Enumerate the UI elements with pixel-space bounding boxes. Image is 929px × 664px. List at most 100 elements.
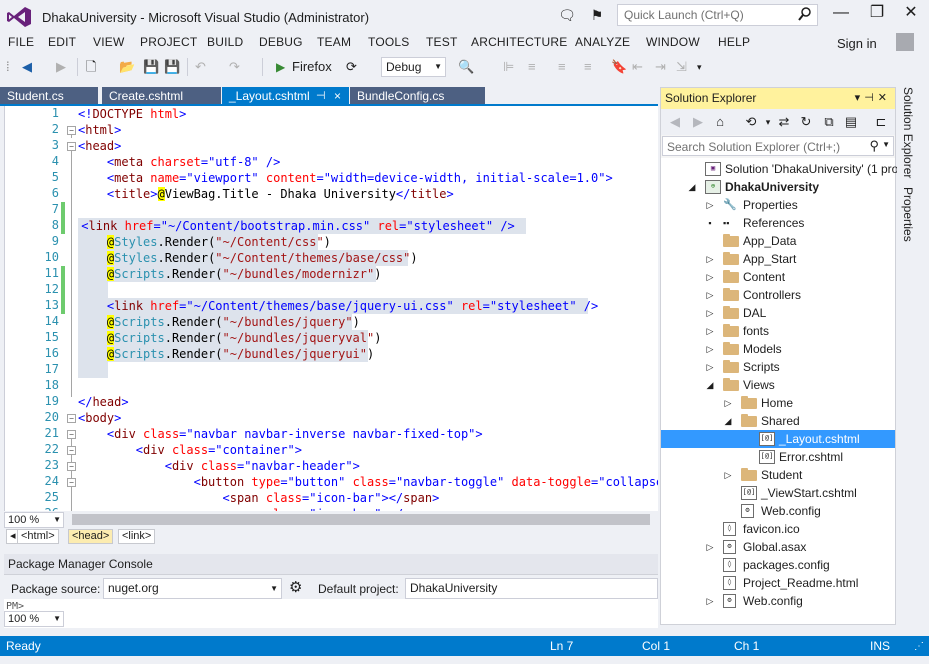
console-output[interactable] [4,599,658,628]
menu-build[interactable]: BUILD [207,35,243,49]
redo-icon[interactable]: ↷ [229,57,240,77]
refresh-icon[interactable]: ⇄ [776,114,792,130]
code-line[interactable]: <link href="~/Content/themes/base/jquery… [78,298,598,314]
code-line[interactable]: @Styles.Render("~/Content/themes/base/cs… [78,250,418,266]
chevron-down-icon[interactable]: ▾ [855,92,865,104]
collapse-region-icon[interactable]: − [67,462,76,471]
previous-bookmark-icon[interactable]: ⇤ [632,57,643,77]
notifications-flag-icon[interactable]: ⚑ [588,6,606,24]
console-zoom-select[interactable]: 100 % ▼ [4,611,64,627]
comment-out-icon[interactable]: ≡ [558,57,566,77]
undo-icon[interactable]: ↶ [195,57,206,77]
solution-configuration-select[interactable]: Debug ▼ [381,57,446,77]
code-line[interactable]: </head> [78,394,129,410]
code-line[interactable]: <div class="navbar-header"> [78,458,360,474]
tree-item[interactable]: ◊ favicon.ico [661,520,895,538]
bookmark-icon[interactable]: 🔖 [611,57,627,77]
collapse-region-icon[interactable]: − [67,478,76,487]
minimize-button[interactable]: — [826,0,856,28]
expand-arrow-icon[interactable]: ▷ [705,592,715,610]
solution-search-input[interactable]: Search Solution Explorer (Ctrl+;) ⚲ ▼ [662,136,894,156]
code-editor[interactable]: 1 2 3 4 5 6 7 8 9 10 11 12 13 14 15 16 1… [4,106,658,511]
tree-item[interactable]: ◊ packages.config [661,556,895,574]
package-source-select[interactable]: nuget.org ▼ [103,578,282,599]
tree-item[interactable]: ▷ fonts [661,322,895,340]
tree-item[interactable]: ▪ ▪▪ References [661,214,895,232]
gear-icon[interactable]: ⚙ [289,580,305,596]
menu-help[interactable]: HELP [718,35,750,49]
refresh-alt-icon[interactable]: ↻ [798,114,814,130]
editor-zoom-select[interactable]: 100 % ▼ [4,512,64,528]
menu-view[interactable]: VIEW [93,35,124,49]
code-line[interactable]: <button type="button" class="navbar-togg… [78,474,658,490]
align-left-icon[interactable]: ⊫ [503,57,514,77]
close-window-button[interactable]: ✕ [896,0,926,28]
code-line[interactable]: <html> [78,122,121,138]
pin-icon[interactable]: ⊣ [864,92,878,104]
code-line[interactable]: <!DOCTYPE html> [78,106,186,122]
menu-window[interactable]: WINDOW [646,35,700,49]
tree-item[interactable]: ▷ Models [661,340,895,358]
side-tab-solution-explorer[interactable]: Solution Explorer [901,87,915,178]
tree-item[interactable]: ▷ Content [661,268,895,286]
code-line[interactable]: @Scripts.Render("~/bundles/modernizr") [78,266,381,282]
tree-item[interactable]: ◢ ⊕ DhakaUniversity [661,178,895,196]
code-line[interactable]: <head> [78,138,121,154]
menu-test[interactable]: TEST [426,35,457,49]
code-line[interactable]: <span class="icon-bar"></span> [78,490,440,506]
expand-arrow-icon[interactable]: ▷ [705,358,715,376]
feedback-icon[interactable]: 🗨 [558,6,576,24]
editor-horizontal-scrollbar[interactable]: 100 % ▼ [4,511,658,528]
refresh-browser-icon[interactable]: ⟳ [346,57,357,77]
scrollbar-thumb[interactable] [72,514,650,525]
save-icon[interactable]: 💾 [143,57,159,77]
tree-item[interactable]: ⚙ Web.config [661,502,895,520]
find-in-files-icon[interactable]: 🔍 [458,57,474,77]
collapse-region-icon[interactable]: − [67,414,76,423]
expand-arrow-icon[interactable]: ▷ [705,538,715,556]
tree-item[interactable]: [@] _Layout.cshtml [661,430,895,448]
restore-button[interactable]: ❐ [862,0,892,28]
forward-icon[interactable]: ▶ [690,114,706,130]
tree-item[interactable]: ▣ Solution 'DhakaUniversity' (1 project) [661,160,921,178]
properties-icon[interactable]: ⊏ [873,114,889,130]
code-line[interactable]: @Styles.Render("~/Content/css") [78,234,331,250]
navigate-forward-icon[interactable]: ▶ [56,57,66,77]
indent-icon[interactable]: ≡ [528,57,536,77]
toolbar-overflow-icon[interactable]: ▾ [697,57,702,77]
tree-item[interactable]: [@] Error.cshtml [661,448,895,466]
code-line[interactable]: @Scripts.Render("~/bundles/jquery") [78,314,360,330]
sync-icon[interactable]: ⟲ [743,114,759,130]
collapse-all-icon[interactable]: ⧉ [821,114,837,130]
save-all-icon[interactable]: 💾 [164,57,180,77]
side-tab-properties[interactable]: Properties [901,187,915,242]
expand-arrow-icon[interactable]: ▷ [705,250,715,268]
toolbar-grip-icon[interactable]: ⁞ [6,57,10,77]
home-icon[interactable]: ⌂ [712,114,728,130]
collapse-region-icon[interactable]: − [67,142,76,151]
tree-item[interactable]: ▷ Home [661,394,895,412]
chevron-down-icon[interactable]: ▼ [882,140,890,149]
expand-arrow-icon[interactable]: ▷ [705,286,715,304]
tree-item[interactable]: ▷ Scripts [661,358,895,376]
sign-in-link[interactable]: Sign in [837,36,877,51]
collapse-arrow-icon[interactable]: ◢ [723,412,733,430]
start-debugging-icon[interactable]: ▶ [276,57,285,77]
code-line[interactable]: <meta name="viewport" content="width=dev… [78,170,613,186]
clear-bookmarks-icon[interactable]: ⇲ [676,57,687,77]
menu-team[interactable]: TEAM [317,35,351,49]
resize-grip-icon[interactable]: ⋰ [914,641,924,652]
breadcrumb-item-head[interactable]: <head> [68,529,114,544]
default-project-select[interactable]: DhakaUniversity [405,578,658,599]
expand-arrow-icon[interactable]: ▷ [705,322,715,340]
tree-item[interactable]: ▷ 🔧 Properties [661,196,895,214]
menu-tools[interactable]: TOOLS [368,35,409,49]
code-line[interactable]: <meta charset="utf-8" /> [78,154,280,170]
chevron-down-icon[interactable]: ▾ [760,114,776,130]
tree-item[interactable]: ▷ App_Start [661,250,895,268]
code-line[interactable]: <div class="navbar navbar-inverse navbar… [78,426,483,442]
expand-arrow-icon[interactable]: ▷ [723,394,733,412]
navigate-back-icon[interactable]: ◀ [22,57,32,77]
collapse-region-icon[interactable]: − [67,430,76,439]
tree-item[interactable]: ◢ Shared [661,412,895,430]
